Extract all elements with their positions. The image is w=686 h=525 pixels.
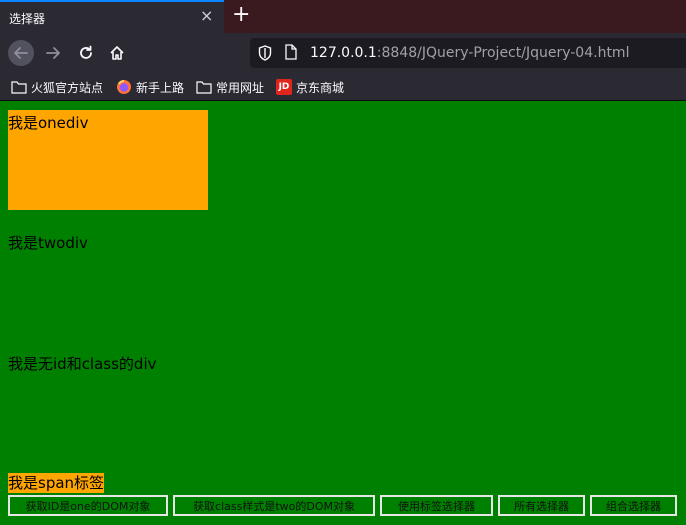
bookmark-label: 京东商城	[296, 80, 345, 95]
bookmark-label: 新手上路	[136, 80, 185, 95]
page-info-icon[interactable]	[284, 44, 298, 64]
tab-bar: 选择器 × +	[0, 0, 686, 33]
url-bar[interactable]: 127.0.0.1:8848/JQuery-Project/Jquery-04.…	[250, 38, 686, 68]
forward-arrow-icon	[46, 47, 60, 59]
new-tab-icon[interactable]: +	[232, 3, 250, 27]
url-path: :8848/JQuery-Project/Jquery-04.html	[376, 45, 630, 61]
close-tab-icon[interactable]: ×	[200, 8, 213, 24]
tab-active[interactable]: 选择器 ×	[0, 0, 224, 33]
group-selector-button[interactable]: 组合选择器	[590, 495, 677, 516]
tab-title: 选择器	[9, 12, 46, 26]
jd-icon: JD	[276, 79, 292, 95]
home-button[interactable]	[104, 40, 130, 66]
reload-icon	[80, 45, 92, 59]
tag-selector-button[interactable]: 使用标签选择器	[380, 495, 493, 516]
bookmark-jd-mall[interactable]: JD 京东商城	[276, 78, 344, 96]
span-tag: 我是span标签	[8, 473, 105, 493]
home-icon	[110, 46, 124, 60]
bookmark-firefox-official[interactable]: 火狐官方站点	[11, 78, 103, 96]
url-host: 127.0.0.1	[310, 45, 377, 61]
shield-icon[interactable]	[258, 45, 272, 65]
two-div: 我是twodiv	[8, 234, 88, 252]
reload-button[interactable]	[73, 40, 99, 66]
bookmark-label: 火狐官方站点	[31, 80, 104, 95]
get-id-one-button[interactable]: 获取ID是one的DOM对象	[8, 495, 168, 516]
back-arrow-icon	[14, 47, 28, 59]
firefox-icon	[116, 79, 132, 95]
forward-button[interactable]	[40, 40, 66, 66]
page-content: 我是onediv 我是twodiv 我是无id和class的div 我是span…	[0, 101, 686, 525]
plain-div: 我是无id和class的div	[8, 355, 157, 373]
bookmarks-toolbar: 火狐官方站点 新手上路 常用网址 JD 京东商城	[0, 73, 686, 101]
bookmark-getting-started[interactable]: 新手上路	[116, 78, 184, 96]
back-button[interactable]	[8, 40, 34, 66]
navigation-bar: 127.0.0.1:8848/JQuery-Project/Jquery-04.…	[0, 33, 686, 73]
one-div-text: 我是onediv	[8, 114, 89, 132]
get-class-two-button[interactable]: 获取class样式是two的DOM对象	[173, 495, 375, 516]
url-text[interactable]: 127.0.0.1:8848/JQuery-Project/Jquery-04.…	[310, 45, 629, 61]
one-div: 我是onediv	[8, 110, 208, 210]
all-selector-button[interactable]: 所有选择器	[498, 495, 585, 516]
folder-icon	[11, 80, 27, 94]
bookmark-label: 常用网址	[216, 80, 265, 95]
bookmark-common-sites[interactable]: 常用网址	[196, 78, 264, 96]
folder-icon	[196, 80, 212, 94]
